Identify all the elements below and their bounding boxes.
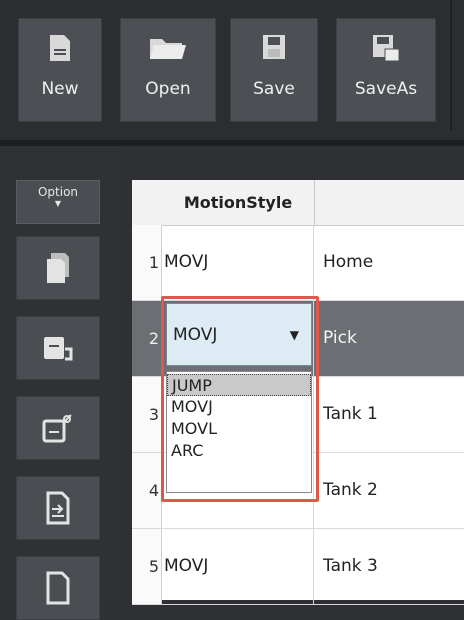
- new-button[interactable]: New: [18, 18, 102, 122]
- option-label: Option: [37, 185, 79, 199]
- combobox-value: MOVJ: [173, 325, 218, 345]
- save-as-label: SaveAs: [354, 79, 418, 99]
- dropdown-arrow-icon[interactable]: ▼: [290, 304, 299, 367]
- cut-button[interactable]: [16, 396, 100, 460]
- chevron-down-icon: ▼: [54, 199, 62, 208]
- option-arc[interactable]: ARC: [167, 440, 311, 462]
- header-name[interactable]: [315, 180, 464, 225]
- side-panel: Option ▼: [0, 146, 120, 620]
- save-icon: [263, 35, 285, 59]
- table-row[interactable]: 5 MOVJ Tank 3: [132, 529, 464, 605]
- motion-style-options: JUMP MOVJ MOVL ARC: [166, 371, 312, 493]
- row-number: 4: [132, 453, 162, 528]
- save-as-icon: [373, 35, 400, 62]
- toolbar-separator: [450, 0, 452, 130]
- name-cell[interactable]: Pick: [315, 301, 464, 376]
- name-cell[interactable]: Tank 1: [315, 377, 464, 452]
- row-number: 3: [132, 377, 162, 452]
- header-corner: [132, 180, 163, 225]
- paste-icon: [44, 337, 73, 361]
- motion-style-combobox[interactable]: MOVJ ▼: [166, 303, 312, 366]
- option-jump[interactable]: JUMP: [167, 374, 311, 396]
- cut-icon: [42, 414, 72, 443]
- toolbar: New Open Save SaveAs: [0, 0, 464, 140]
- save-as-button[interactable]: SaveAs: [336, 18, 436, 122]
- insert-icon: [46, 491, 70, 525]
- row-number: 2: [132, 301, 162, 376]
- new-file-icon: [50, 35, 70, 61]
- paste-button[interactable]: [16, 316, 100, 380]
- name-cell[interactable]: Tank 3: [315, 529, 464, 604]
- save-label: Save: [253, 79, 295, 99]
- option-dropdown-button[interactable]: Option ▼: [16, 180, 100, 224]
- option-movl[interactable]: MOVL: [167, 418, 311, 440]
- insert-button[interactable]: [16, 476, 100, 540]
- save-button[interactable]: Save: [230, 18, 318, 122]
- row-number: 1: [132, 225, 162, 300]
- header-motion-style[interactable]: MotionStyle: [162, 180, 315, 225]
- row-number: 5: [132, 529, 162, 604]
- table-row[interactable]: 1 MOVJ Home: [132, 225, 464, 301]
- delete-button[interactable]: [16, 556, 100, 620]
- name-cell[interactable]: Tank 2: [315, 453, 464, 528]
- open-label: Open: [145, 79, 191, 99]
- folder-open-icon: [150, 39, 186, 59]
- copy-icon: [47, 253, 69, 283]
- grid-header: MotionStyle: [132, 180, 464, 226]
- copy-button[interactable]: [16, 236, 100, 300]
- motion-cell[interactable]: MOVJ: [162, 529, 314, 604]
- name-cell[interactable]: Home: [315, 225, 464, 300]
- new-label: New: [41, 79, 79, 99]
- motion-cell[interactable]: MOVJ: [162, 225, 314, 300]
- open-button[interactable]: Open: [120, 18, 216, 122]
- option-movj[interactable]: MOVJ: [167, 396, 311, 418]
